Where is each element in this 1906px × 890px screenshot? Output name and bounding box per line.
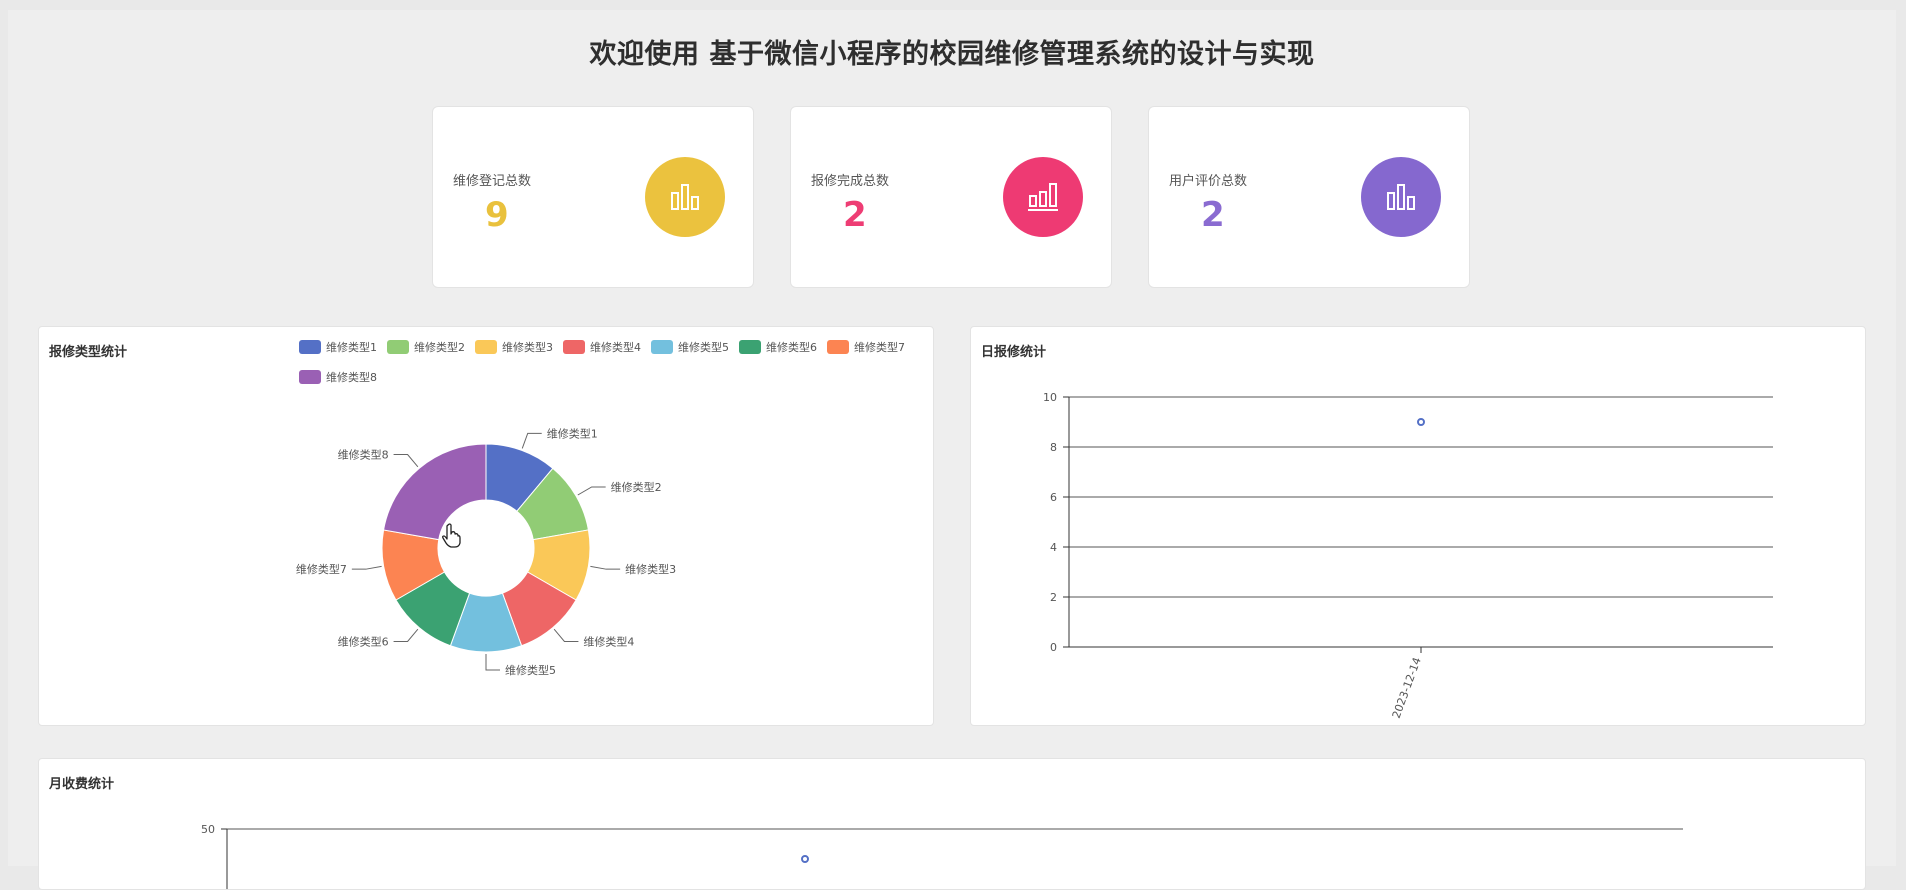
y-tick-label: 50: [201, 823, 215, 836]
pie-slice-label: 维修类型2: [611, 480, 662, 494]
label-leader-line: [485, 654, 500, 671]
pie-slice-label: 维修类型7: [296, 562, 347, 576]
label-leader-line: [521, 432, 542, 449]
pie-slice-label: 维修类型3: [625, 562, 676, 576]
bar-chart-icon: [645, 157, 725, 237]
stat-card-repair-registrations: 维修登记总数 9: [432, 106, 754, 288]
y-tick-label: 8: [1050, 441, 1057, 454]
pie-slice-label: 维修类型5: [505, 663, 556, 677]
stat-value: 2: [843, 195, 867, 235]
hand-pointer-icon: [442, 523, 461, 548]
page-title: 欢迎使用 基于微信小程序的校园维修管理系统的设计与实现: [589, 39, 1315, 70]
stat-value: 2: [1201, 195, 1225, 235]
data-point: [801, 855, 809, 863]
stat-card-user-reviews: 用户评价总数 2: [1148, 106, 1470, 288]
repair-type-donut-chart: 维修类型1 维修类型2 维修类型3 维修类型4 维修类型5 维修类型6 维修类型7 维修类型8: [296, 426, 676, 677]
bar-chart-icon: [1003, 157, 1083, 237]
y-tick-label: 6: [1050, 491, 1057, 504]
label-leader-line: [351, 565, 382, 570]
label-leader-line: [553, 628, 579, 642]
data-point: [1417, 418, 1425, 426]
pie-slice-label: 维修类型4: [583, 634, 634, 648]
pie-slice-label: 维修类型1: [547, 426, 598, 440]
daily-repair-scatter-chart: 0 2 4 6 8 10 2023-12-14: [1043, 391, 1773, 721]
dashboard-page: 欢迎使用 基于微信小程序的校园维修管理系统的设计与实现 维修登记总数 9 报修完…: [8, 10, 1896, 890]
pie-slice: [383, 443, 487, 541]
y-tick-label: 10: [1043, 391, 1057, 404]
daily-repair-stats-panel: 日报修统计 0 2 4 6 8 10 2023-12-14: [970, 326, 1866, 726]
y-tick-label: 4: [1050, 541, 1057, 554]
stat-value: 9: [485, 195, 509, 235]
label-leader-line: [577, 486, 606, 496]
stat-label: 报修完成总数: [811, 174, 890, 189]
label-leader-line: [393, 628, 419, 642]
pie-slice-label: 维修类型6: [338, 634, 389, 648]
pie-slice-label: 维修类型8: [338, 448, 389, 462]
label-leader-line: [393, 454, 419, 468]
x-tick-label: 2023-12-14: [1390, 656, 1424, 721]
stat-label: 用户评价总数: [1169, 174, 1248, 189]
monthly-fee-stats-panel: 月收费统计 50: [38, 758, 1866, 890]
y-tick-label: 2: [1050, 591, 1057, 604]
stat-label: 维修登记总数: [453, 174, 532, 189]
y-tick-label: 0: [1050, 641, 1057, 654]
stat-card-repairs-completed: 报修完成总数 2: [790, 106, 1112, 288]
label-leader-line: [590, 565, 621, 570]
repair-type-stats-panel: 报修类型统计 维修类型1 维修类型2 维修类型3 维修类型4 维修类型5 维修类型6 维修类…: [38, 326, 934, 726]
monthly-fee-scatter-chart: 50: [201, 823, 1683, 889]
bar-chart-icon: [1361, 157, 1441, 237]
